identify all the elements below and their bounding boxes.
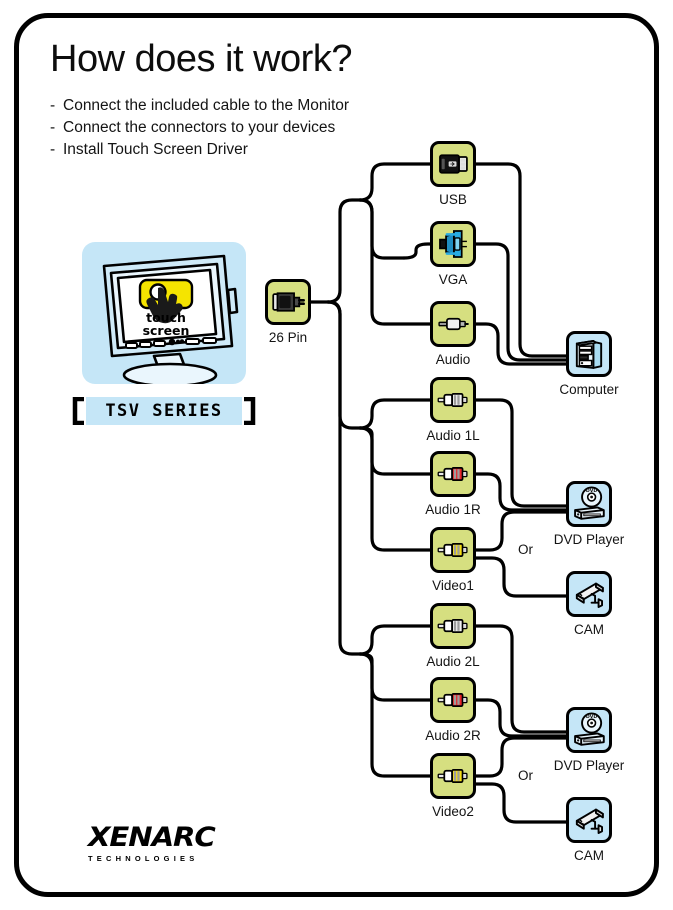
device-cam-2[interactable] — [566, 797, 612, 843]
security-camera-icon — [575, 582, 604, 608]
connector-audio-1r-label: Audio 1R — [425, 502, 481, 517]
series-badge: TSV SERIES — [72, 397, 256, 425]
rca-red-connector-icon — [437, 467, 468, 481]
connector-audio-label: Audio — [435, 352, 471, 367]
connector-video-2-label: Video2 — [432, 804, 474, 819]
connector-usb-label: USB — [439, 192, 467, 207]
device-cam-1[interactable] — [566, 571, 612, 617]
connector-audio[interactable] — [430, 301, 476, 347]
connector-audio-1l-label: Audio 1L — [426, 428, 480, 443]
step-text: Connect the connectors to your devices — [63, 119, 336, 136]
connector-audio-2r-label: Audio 2R — [425, 728, 481, 743]
vga-connector-icon — [439, 230, 467, 258]
device-computer[interactable] — [566, 331, 612, 377]
or-label-group-2: Or — [518, 768, 533, 783]
bullet-dash: - — [50, 97, 56, 114]
rca-white-connector-icon — [437, 393, 468, 407]
connector-26pin-label: 26 Pin — [268, 330, 308, 345]
list-item: - Connect the included cable to the Moni… — [50, 95, 380, 117]
step-text: Install Touch Screen Driver — [63, 141, 248, 158]
connector-audio-2l-label: Audio 2L — [426, 654, 480, 669]
connector-audio-1l[interactable] — [430, 377, 476, 423]
device-dvd-player-1-label: DVD Player — [553, 532, 625, 547]
dsub-26pin-connector-icon — [272, 292, 305, 312]
svg-text:DVD: DVD — [586, 714, 598, 720]
brand-logo: XENARC TECHNOLOGIES — [88, 824, 258, 863]
connector-usb[interactable] — [430, 141, 476, 187]
connector-vga[interactable] — [430, 221, 476, 267]
brand-name: XENARC — [88, 822, 216, 853]
connector-audio-2r[interactable] — [430, 677, 476, 723]
connector-vga-label: VGA — [438, 272, 468, 287]
device-dvd-player-1[interactable]: DVD — [566, 481, 612, 527]
connector-audio-2l[interactable] — [430, 603, 476, 649]
svg-text:DVD: DVD — [586, 488, 598, 494]
device-cam-1-label: CAM — [574, 622, 604, 637]
list-item: - Connect the connectors to your devices — [50, 117, 380, 139]
connector-video-1[interactable] — [430, 527, 476, 573]
device-cam-2-label: CAM — [574, 848, 604, 863]
bullet-dash: - — [50, 119, 56, 136]
computer-tower-icon — [575, 340, 603, 369]
monitor-illustration: touch screen — [82, 242, 246, 388]
device-computer-label: Computer — [559, 382, 619, 397]
screen-label: screen — [143, 323, 190, 338]
connector-video-1-label: Video1 — [432, 578, 474, 593]
series-label: TSV SERIES — [105, 401, 223, 421]
rca-white-connector-icon — [437, 619, 468, 633]
touch-screen-monitor-icon: touch screen — [102, 254, 239, 388]
brand-tagline: TECHNOLOGIES — [88, 854, 199, 863]
connector-video-2[interactable] — [430, 753, 476, 799]
page-title: How does it work? — [50, 38, 352, 80]
connector-audio-1r[interactable] — [430, 451, 476, 497]
step-text: Connect the included cable to the Monito… — [63, 97, 350, 114]
or-label-group-1: Or — [518, 542, 533, 557]
rca-yellow-connector-icon — [437, 769, 468, 783]
usb-connector-icon — [439, 154, 468, 174]
dvd-player-icon: DVD — [574, 712, 605, 746]
device-dvd-player-2[interactable]: DVD — [566, 707, 612, 753]
audio-jack-icon — [438, 317, 469, 331]
connector-26pin[interactable] — [265, 279, 311, 325]
bullet-dash: - — [50, 141, 56, 158]
list-item: - Install Touch Screen Driver — [50, 139, 380, 161]
device-dvd-player-2-label: DVD Player — [553, 758, 625, 773]
rca-red-connector-icon — [437, 693, 468, 707]
rca-yellow-connector-icon — [437, 543, 468, 557]
security-camera-icon — [575, 808, 604, 834]
steps-list: - Connect the included cable to the Moni… — [50, 95, 380, 161]
dvd-player-icon: DVD — [574, 486, 605, 520]
